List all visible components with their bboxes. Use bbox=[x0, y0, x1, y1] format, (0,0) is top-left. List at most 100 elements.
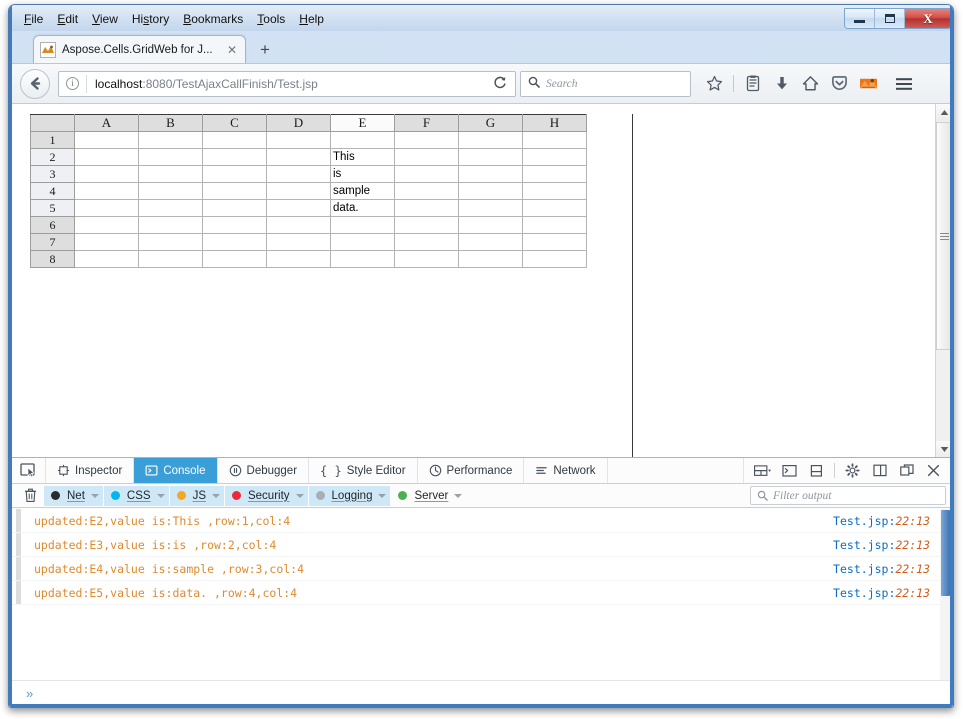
identity-box[interactable]: i bbox=[59, 74, 87, 93]
col-header-G[interactable]: G bbox=[458, 114, 523, 132]
console-message-source[interactable]: Test.jsp:22:13 bbox=[833, 538, 930, 552]
reload-button[interactable] bbox=[485, 75, 515, 92]
close-button[interactable]: X bbox=[905, 9, 951, 28]
responsive-design-mode-button[interactable] bbox=[750, 458, 775, 483]
tab-performance[interactable]: Performance bbox=[418, 458, 525, 483]
console-message-row[interactable]: updated:E4,value is:sample ,row:3,col:4 … bbox=[12, 557, 940, 581]
cell-A8[interactable] bbox=[74, 250, 139, 268]
cell-H3[interactable] bbox=[522, 165, 587, 183]
home-icon[interactable] bbox=[797, 70, 824, 97]
cell-B3[interactable] bbox=[138, 165, 203, 183]
filter-net[interactable]: Net bbox=[44, 485, 103, 506]
bookmark-star-icon[interactable] bbox=[701, 70, 728, 97]
cell-H1[interactable] bbox=[522, 131, 587, 149]
cell-C3[interactable] bbox=[202, 165, 267, 183]
cell-G1[interactable] bbox=[458, 131, 523, 149]
tab-style-editor[interactable]: { } Style Editor bbox=[309, 458, 418, 483]
filter-js[interactable]: JS bbox=[169, 485, 224, 506]
clear-console-button[interactable] bbox=[16, 488, 44, 503]
cell-E7[interactable] bbox=[330, 233, 395, 251]
cell-A3[interactable] bbox=[74, 165, 139, 183]
col-header-F[interactable]: F bbox=[394, 114, 459, 132]
cell-B4[interactable] bbox=[138, 182, 203, 200]
scroll-up-arrow-icon[interactable] bbox=[936, 104, 952, 121]
cell-E1[interactable] bbox=[330, 131, 395, 149]
row-header-6[interactable]: 6 bbox=[30, 216, 75, 234]
cell-D5[interactable] bbox=[266, 199, 331, 217]
cell-F6[interactable] bbox=[394, 216, 459, 234]
cell-C6[interactable] bbox=[202, 216, 267, 234]
cell-E3[interactable]: is bbox=[330, 165, 395, 183]
console-scrollbar[interactable] bbox=[940, 509, 952, 680]
console-message-row[interactable]: updated:E2,value is:This ,row:1,col:4 Te… bbox=[12, 509, 940, 533]
new-tab-button[interactable]: + bbox=[254, 41, 276, 61]
cell-H5[interactable] bbox=[522, 199, 587, 217]
chevron-down-icon[interactable] bbox=[295, 493, 304, 498]
filter-output-input[interactable]: Filter output bbox=[750, 486, 946, 505]
split-console-button[interactable] bbox=[777, 458, 802, 483]
cell-E5[interactable]: data. bbox=[330, 199, 395, 217]
cell-F8[interactable] bbox=[394, 250, 459, 268]
row-header-4[interactable]: 4 bbox=[30, 182, 75, 200]
console-message-row[interactable]: updated:E3,value is:is ,row:2,col:4 Test… bbox=[12, 533, 940, 557]
tab-debugger[interactable]: Debugger bbox=[218, 458, 310, 483]
cell-E4[interactable]: sample bbox=[330, 182, 395, 200]
menu-edit[interactable]: Edit bbox=[50, 10, 85, 28]
cell-G6[interactable] bbox=[458, 216, 523, 234]
menu-bookmarks[interactable]: Bookmarks bbox=[176, 10, 250, 28]
settings-button[interactable] bbox=[840, 458, 865, 483]
chevron-down-icon[interactable] bbox=[90, 493, 99, 498]
cell-A1[interactable] bbox=[74, 131, 139, 149]
cell-A2[interactable] bbox=[74, 148, 139, 166]
back-button[interactable] bbox=[20, 68, 50, 99]
search-bar[interactable]: Search bbox=[520, 70, 691, 97]
filter-css[interactable]: CSS bbox=[103, 485, 169, 506]
cell-H8[interactable] bbox=[522, 250, 587, 268]
menu-file[interactable]: File bbox=[17, 10, 50, 28]
cell-B6[interactable] bbox=[138, 216, 203, 234]
cell-G2[interactable] bbox=[458, 148, 523, 166]
cell-C4[interactable] bbox=[202, 182, 267, 200]
chevron-down-icon[interactable] bbox=[211, 493, 220, 498]
cell-F4[interactable] bbox=[394, 182, 459, 200]
cell-D1[interactable] bbox=[266, 131, 331, 149]
menu-tools[interactable]: Tools bbox=[250, 10, 292, 28]
cell-C8[interactable] bbox=[202, 250, 267, 268]
col-header-D[interactable]: D bbox=[266, 114, 331, 132]
filter-security[interactable]: Security bbox=[224, 485, 308, 506]
tab-network[interactable]: Network bbox=[524, 458, 608, 483]
chevron-down-icon[interactable] bbox=[378, 493, 387, 498]
filter-server[interactable]: Server bbox=[391, 486, 466, 506]
cell-E6[interactable] bbox=[330, 216, 395, 234]
spreadsheet-grid[interactable]: A B C D E F G H 1 2 This 3 is 4 sample 5… bbox=[30, 114, 587, 268]
col-header-A[interactable]: A bbox=[74, 114, 139, 132]
chevron-down-icon[interactable] bbox=[156, 493, 165, 498]
cell-A5[interactable] bbox=[74, 199, 139, 217]
tab-inspector[interactable]: Inspector bbox=[46, 458, 135, 483]
cell-H2[interactable] bbox=[522, 148, 587, 166]
cell-B7[interactable] bbox=[138, 233, 203, 251]
maximize-button[interactable] bbox=[875, 9, 905, 28]
menu-view[interactable]: View bbox=[85, 10, 125, 28]
url-bar[interactable]: i localhost:8080/TestAjaxCallFinish/Test… bbox=[58, 70, 516, 97]
scroll-down-arrow-icon[interactable] bbox=[936, 441, 952, 457]
cell-F3[interactable] bbox=[394, 165, 459, 183]
cell-C7[interactable] bbox=[202, 233, 267, 251]
cell-B5[interactable] bbox=[138, 199, 203, 217]
cell-A7[interactable] bbox=[74, 233, 139, 251]
element-picker-button[interactable] bbox=[12, 458, 46, 483]
cell-D3[interactable] bbox=[266, 165, 331, 183]
page-scrollbar[interactable] bbox=[935, 104, 952, 457]
chevron-down-icon[interactable] bbox=[454, 493, 463, 498]
row-header-3[interactable]: 3 bbox=[30, 165, 75, 183]
col-header-B[interactable]: B bbox=[138, 114, 203, 132]
col-header-H[interactable]: H bbox=[522, 114, 587, 132]
menu-history[interactable]: History bbox=[125, 10, 176, 28]
col-header-C[interactable]: C bbox=[202, 114, 267, 132]
console-message-row[interactable]: updated:E5,value is:data. ,row:4,col:4 T… bbox=[12, 581, 940, 605]
cell-G3[interactable] bbox=[458, 165, 523, 183]
cell-G8[interactable] bbox=[458, 250, 523, 268]
console-message-source[interactable]: Test.jsp:22:13 bbox=[833, 562, 930, 576]
cell-G4[interactable] bbox=[458, 182, 523, 200]
cell-H7[interactable] bbox=[522, 233, 587, 251]
